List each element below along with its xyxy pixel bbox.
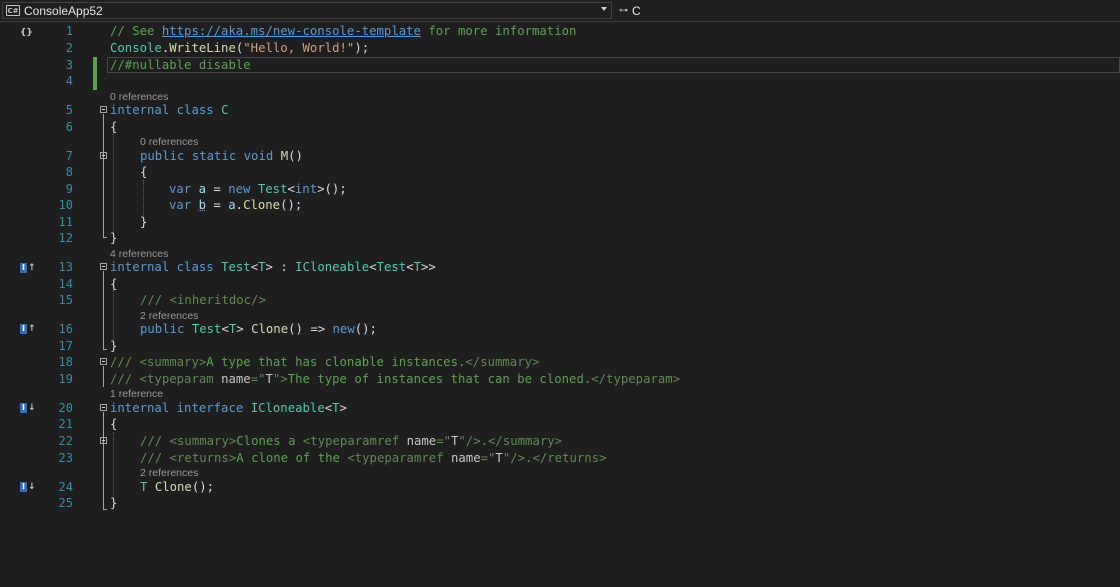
code-line-12[interactable]: } (110, 230, 117, 247)
chevron-down-icon[interactable] (601, 7, 607, 11)
collapse-toggle[interactable] (100, 437, 107, 444)
line-number: 4 (65, 74, 73, 88)
navigation-bar: C# ConsoleApp52 ⊶ C (0, 0, 1120, 22)
line-number: 16 (58, 322, 73, 336)
line-number: 23 (58, 451, 73, 465)
codelens-references[interactable]: 1 reference (110, 388, 163, 400)
code-line-21[interactable]: { (110, 416, 117, 433)
collapse-toggle[interactable] (100, 358, 107, 365)
project-name: ConsoleApp52 (24, 3, 103, 18)
implements-icon[interactable]: I ↓ (20, 402, 36, 414)
member-name: C (632, 3, 641, 18)
collapse-toggle[interactable] (100, 263, 107, 270)
code-line-11[interactable]: } (140, 214, 147, 231)
csharp-project-icon: C# (6, 5, 20, 16)
line-number: 10 (58, 198, 73, 212)
code-line-9[interactable]: var a = new Test<int>(); (169, 181, 347, 198)
line-number: 6 (65, 120, 73, 134)
line-number: 3 (65, 58, 73, 72)
code-line-5[interactable]: internal class C (110, 102, 228, 119)
code-line-2[interactable]: Console.WriteLine("Hello, World!"); (110, 40, 369, 57)
code-line-6[interactable]: { (110, 119, 117, 136)
line-number: 25 (58, 496, 73, 510)
glyph-margin (0, 22, 18, 587)
line-number: 2 (65, 41, 73, 55)
line-number: 14 (58, 277, 73, 291)
code-line-17[interactable]: } (110, 338, 117, 355)
code-line-24[interactable]: T Clone(); (140, 479, 214, 496)
outline-line (103, 271, 104, 349)
indent-guide (113, 290, 114, 342)
code-line-20[interactable]: internal interface ICloneable<T> (110, 400, 347, 417)
line-number: 8 (65, 165, 73, 179)
codelens-references[interactable]: 2 references (140, 467, 198, 479)
code-line-14[interactable]: { (110, 276, 117, 293)
indent-guide (143, 180, 144, 218)
codelens-references[interactable]: 0 references (140, 136, 198, 148)
line-number: 17 (58, 339, 73, 353)
line-number: 19 (58, 372, 73, 386)
code-line-10[interactable]: var b = a.Clone(); (169, 197, 302, 214)
line-number: 12 (58, 231, 73, 245)
outline-end (103, 349, 107, 350)
code-line-15[interactable]: /// <inheritdoc/> (140, 292, 266, 309)
class-member-icon: ⊶ (619, 5, 628, 16)
member-dropdown[interactable]: ⊶ C (615, 2, 1120, 19)
collapse-toggle[interactable] (100, 404, 107, 411)
implements-icon[interactable]: I ↓ (20, 481, 36, 493)
code-line-8[interactable]: { (140, 164, 147, 181)
line-number: 21 (58, 417, 73, 431)
code-line-13[interactable]: internal class Test<T> : ICloneable<Test… (110, 259, 436, 276)
outline-line (103, 366, 104, 387)
project-dropdown[interactable]: C# ConsoleApp52 (2, 2, 612, 19)
current-line-highlight (107, 57, 1120, 73)
line-number: 7 (65, 149, 73, 163)
outline-end (103, 237, 107, 238)
indent-guide (113, 432, 114, 502)
outline-end (103, 509, 107, 510)
url-link[interactable]: https://aka.ms/new-console-template (162, 24, 421, 38)
code-line-1[interactable]: // See https://aka.ms/new-console-templa… (110, 23, 576, 40)
line-number: 18 (58, 355, 73, 369)
line-number: 24 (58, 480, 73, 494)
line-number: 9 (65, 182, 73, 196)
code-line-19[interactable]: /// <typeparam name="T">The type of inst… (110, 371, 680, 388)
line-number: 20 (58, 401, 73, 415)
code-line-25[interactable]: } (110, 495, 117, 512)
implemented-by-icon[interactable]: I ↑ (20, 323, 36, 335)
line-number: 5 (65, 103, 73, 117)
line-number: 11 (58, 215, 73, 229)
code-line-18[interactable]: /// <summary>A type that has clonable in… (110, 354, 539, 371)
collapse-toggle[interactable] (100, 152, 107, 159)
code-line-22[interactable]: /// <summary>Clones a <typeparamref name… (140, 433, 562, 450)
code-line-3[interactable]: //#nullable disable (110, 57, 251, 74)
implemented-by-icon[interactable]: I ↑ (20, 262, 36, 274)
line-number: 13 (58, 260, 73, 274)
line-number: 1 (65, 24, 73, 38)
collapse-toggle[interactable] (100, 106, 107, 113)
code-line-23[interactable]: /// <returns>A clone of the <typeparamre… (140, 450, 607, 467)
change-indicator (93, 57, 97, 90)
namespace-scope-icon[interactable]: {} (20, 27, 33, 39)
code-line-7[interactable]: public static void M() (140, 148, 303, 165)
outline-line (103, 412, 104, 509)
code-line-16[interactable]: public Test<T> Clone() => new(); (140, 321, 377, 338)
outline-line (103, 159, 104, 221)
line-number: 22 (58, 434, 73, 448)
indent-guide (113, 133, 114, 233)
line-number: 15 (58, 293, 73, 307)
